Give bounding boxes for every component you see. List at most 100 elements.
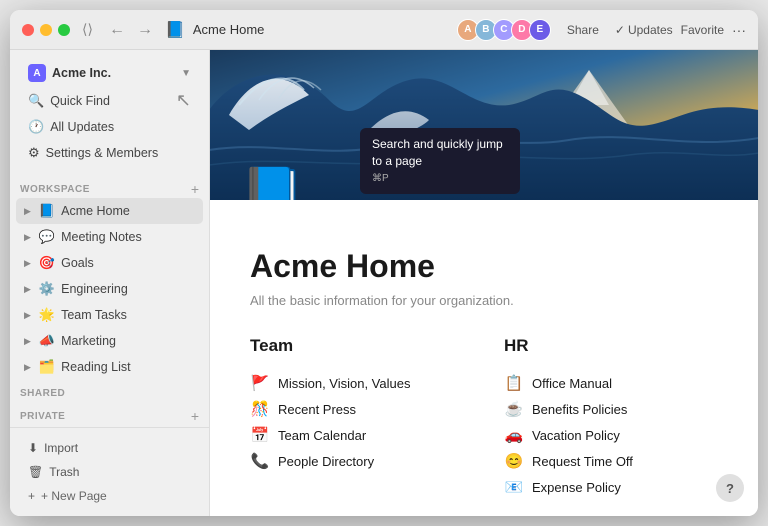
sidebar-item-acme-home[interactable]: ▶ 📘 Acme Home	[16, 198, 203, 224]
hr-section-title: HR	[504, 336, 718, 356]
envelope-icon: 📧	[504, 478, 524, 496]
updates-icon: 🕐	[28, 119, 44, 135]
tree-arrow-icon: ▶	[24, 336, 31, 347]
share-button[interactable]: Share	[559, 20, 607, 40]
sidebar-item-trash[interactable]: 🗑 Trash	[20, 460, 199, 484]
favorite-button[interactable]: Favorite	[681, 23, 724, 37]
minimize-button[interactable]	[40, 24, 52, 36]
chevron-down-icon: ▼	[181, 68, 191, 79]
private-section-header: PRIVATE +	[10, 401, 209, 425]
tree-arrow-icon: ▶	[24, 232, 31, 243]
engineering-icon: ⚙️	[39, 281, 55, 297]
page-title: Acme Home	[193, 22, 265, 37]
forward-button[interactable]: →	[133, 20, 157, 40]
team-calendar-link[interactable]: 📅 Team Calendar	[250, 422, 464, 448]
add-workspace-item-button[interactable]: +	[191, 182, 199, 196]
car-icon: 🚗	[504, 426, 524, 444]
people-directory-link[interactable]: 📞 People Directory	[250, 448, 464, 474]
page-subtitle: All the basic information for your organ…	[250, 293, 718, 308]
benefits-policies-link[interactable]: ☕ Benefits Policies	[504, 396, 718, 422]
close-button[interactable]	[22, 24, 34, 36]
sidebar-item-import[interactable]: ⬇ Import	[20, 436, 199, 460]
hr-links-list: 📋 Office Manual ☕ Benefits Policies 🚗 Va…	[504, 370, 718, 500]
target-icon: 🎯	[39, 255, 55, 271]
flag-icon: 🚩	[250, 374, 270, 392]
mission-link[interactable]: 🚩 Mission, Vision, Values	[250, 370, 464, 396]
chat-icon: 💬	[39, 229, 55, 245]
plus-icon: +	[28, 489, 35, 503]
back-button[interactable]: ←	[105, 20, 129, 40]
sidebar-item-settings[interactable]: ⚙ Settings & Members	[20, 140, 199, 166]
recent-press-link[interactable]: 🎊 Recent Press	[250, 396, 464, 422]
sidebar-top: A Acme Inc. ▼ 🔍 Quick Find ↖ 🕐 All Updat…	[10, 50, 209, 174]
page-title-bar: 📘 Acme Home	[165, 20, 461, 40]
calendar-icon: 📅	[250, 426, 270, 444]
page-icon: 📘	[165, 20, 185, 40]
trash-icon: 🗑	[28, 465, 43, 479]
titlebar: ⟨⟩ ← → 📘 Acme Home A B C D E Share ✓ Upd…	[10, 10, 758, 50]
workspace-section-header: WORKSPACE +	[10, 174, 209, 198]
page-main-title: Acme Home	[250, 248, 718, 285]
main-layout: A Acme Inc. ▼ 🔍 Quick Find ↖ 🕐 All Updat…	[10, 50, 758, 516]
sidebar-item-goals[interactable]: ▶ 🎯 Goals	[16, 250, 203, 276]
maximize-button[interactable]	[58, 24, 70, 36]
reading-icon: 🗂️	[39, 359, 55, 375]
gear-icon: ⚙	[28, 145, 40, 161]
tree-arrow-icon: ▶	[24, 258, 31, 269]
traffic-lights	[22, 24, 70, 36]
updates-button[interactable]: ✓ Updates	[615, 23, 673, 37]
search-icon: 🔍	[28, 93, 44, 109]
sidebar-item-reading-list[interactable]: ▶ 🗂️ Reading List	[16, 354, 203, 380]
clipboard-icon: 📋	[504, 374, 524, 392]
sidebar-item-meeting-notes[interactable]: ▶ 💬 Meeting Notes	[16, 224, 203, 250]
columns-layout: Team 🚩 Mission, Vision, Values 🎊 Recent …	[250, 336, 718, 500]
sidebar-footer: ⬇ Import 🗑 Trash + + New Page	[10, 427, 209, 516]
book-icon-overlay: 📘	[240, 164, 305, 200]
vacation-policy-link[interactable]: 🚗 Vacation Policy	[504, 422, 718, 448]
new-page-button[interactable]: + + New Page	[20, 484, 199, 508]
avatar: E	[529, 19, 551, 41]
workspace-icon: A	[28, 64, 46, 82]
star-icon: 🌟	[39, 307, 55, 323]
cursor-indicator: ↖	[176, 90, 191, 111]
titlebar-actions: A B C D E Share ✓ Updates Favorite ···	[461, 19, 746, 41]
team-section-title: Team	[250, 336, 464, 356]
page-content: Acme Home All the basic information for …	[210, 200, 758, 516]
hr-column: HR 📋 Office Manual ☕ Benefits Policies	[504, 336, 718, 500]
coffee-icon: ☕	[504, 400, 524, 418]
sidebar-item-all-updates[interactable]: 🕐 All Updates	[20, 114, 199, 140]
office-manual-link[interactable]: 📋 Office Manual	[504, 370, 718, 396]
team-links-list: 🚩 Mission, Vision, Values 🎊 Recent Press…	[250, 370, 464, 474]
workspace-header[interactable]: A Acme Inc. ▼	[20, 58, 199, 88]
smile-icon: 😊	[504, 452, 524, 470]
quick-find-tooltip: Search and quickly jump to a page ⌘P	[360, 128, 520, 194]
tree-arrow-icon: ▶	[24, 310, 31, 321]
import-icon: ⬇	[28, 441, 38, 455]
workspace-nav: ▶ 📘 Acme Home ▶ 💬 Meeting Notes ▶ 🎯 Goal…	[10, 198, 209, 380]
sidebar-item-team-tasks[interactable]: ▶ 🌟 Team Tasks	[16, 302, 203, 328]
collapse-sidebar-button[interactable]: ⟨⟩	[82, 21, 93, 38]
tree-arrow-icon: ▶	[24, 206, 31, 217]
team-column: Team 🚩 Mission, Vision, Values 🎊 Recent …	[250, 336, 464, 500]
more-options-button[interactable]: ···	[732, 22, 746, 38]
tree-arrow-icon: ▶	[24, 362, 31, 373]
sidebar: A Acme Inc. ▼ 🔍 Quick Find ↖ 🕐 All Updat…	[10, 50, 210, 516]
request-time-off-link[interactable]: 😊 Request Time Off	[504, 448, 718, 474]
content-area: 📘 Acme Home All the basic information fo…	[210, 50, 758, 516]
nav-arrows: ← →	[105, 20, 157, 40]
sidebar-item-quick-find[interactable]: 🔍 Quick Find ↖	[20, 88, 199, 114]
workspace-name: Acme Inc.	[52, 66, 175, 80]
help-button[interactable]: ?	[716, 474, 744, 502]
marketing-icon: 📣	[39, 333, 55, 349]
add-private-item-button[interactable]: +	[191, 409, 199, 423]
check-icon: ✓	[615, 23, 625, 37]
avatar-group: A B C D E	[461, 19, 551, 41]
shared-section-header: SHARED	[10, 380, 209, 401]
book-icon: 📘	[39, 203, 55, 219]
tree-arrow-icon: ▶	[24, 284, 31, 295]
party-icon: 🎊	[250, 400, 270, 418]
expense-policy-link[interactable]: 📧 Expense Policy	[504, 474, 718, 500]
phone-icon: 📞	[250, 452, 270, 470]
sidebar-item-marketing[interactable]: ▶ 📣 Marketing	[16, 328, 203, 354]
sidebar-item-engineering[interactable]: ▶ ⚙️ Engineering	[16, 276, 203, 302]
